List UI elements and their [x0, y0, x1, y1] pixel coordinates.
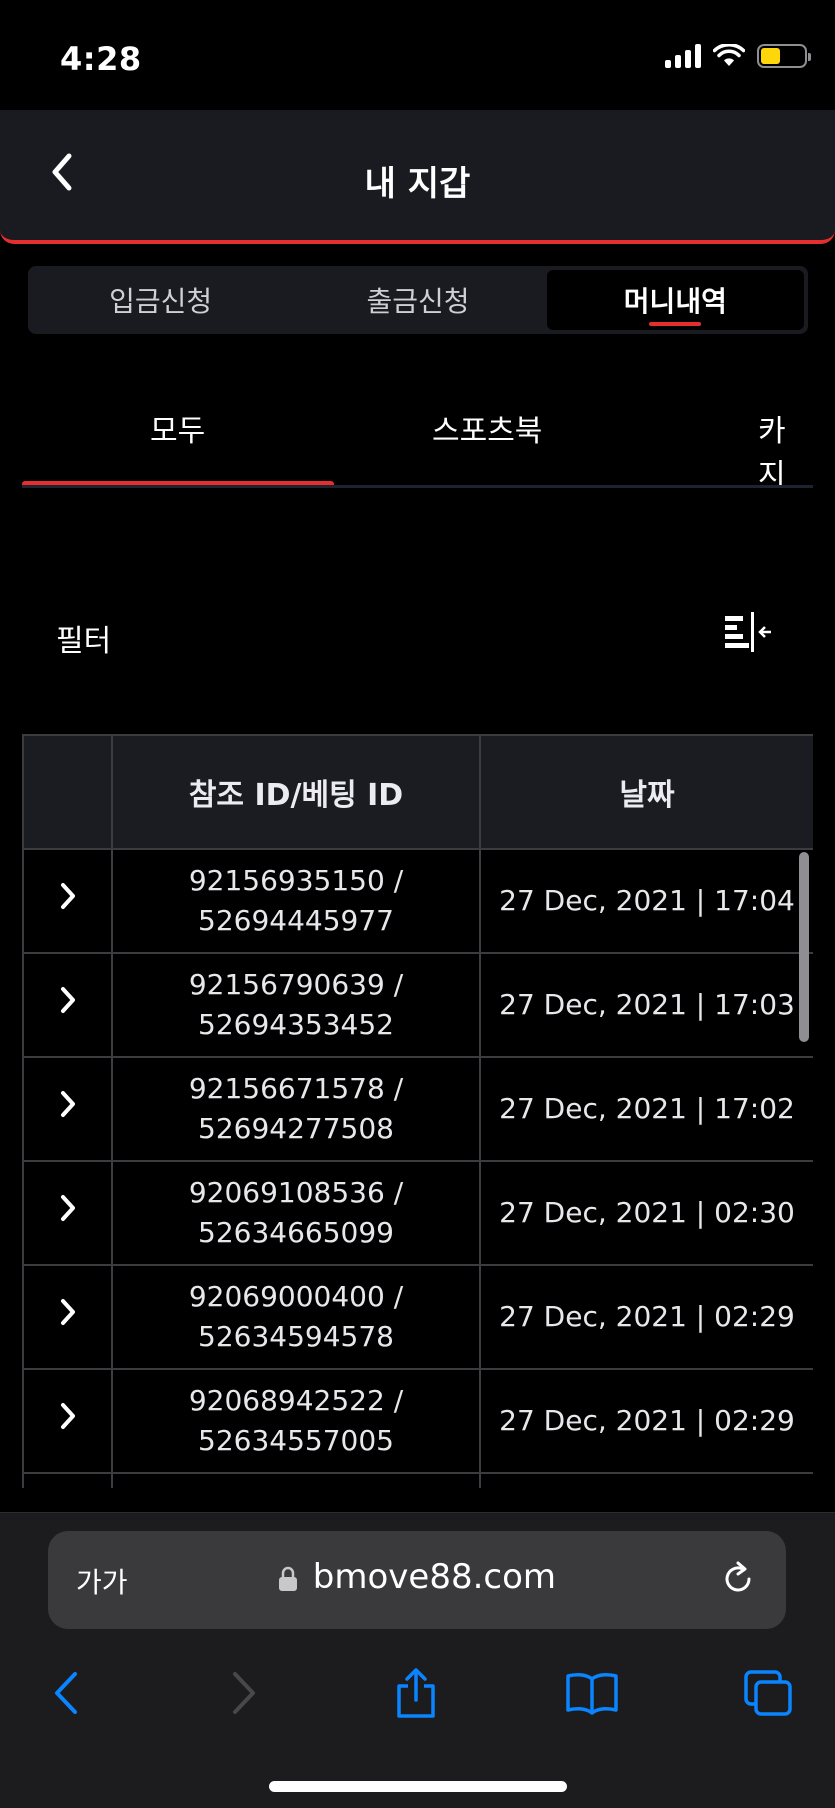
table-row[interactable]: 92156671578 / 52694277508 27 Dec, 2021 |…	[22, 1056, 813, 1162]
expand-row-button[interactable]	[22, 1472, 113, 1488]
share-button[interactable]	[386, 1663, 446, 1723]
header-reference-id: 참조 ID/베팅 ID	[111, 734, 481, 850]
table-row[interactable]: 92068942522 / 52634557005 27 Dec, 2021 |…	[22, 1368, 813, 1474]
tabs-icon	[744, 1670, 792, 1716]
reference-cell	[111, 1472, 481, 1488]
expand-row-button[interactable]	[22, 952, 113, 1058]
table-row[interactable]	[22, 1472, 813, 1488]
reference-id: 92068942522 /	[188, 1384, 404, 1417]
chevron-right-icon	[60, 1298, 75, 1325]
url-display[interactable]: bmove88.com	[48, 1557, 786, 1597]
table-row[interactable]: 92156935150 / 52694445977 27 Dec, 2021 |…	[22, 848, 813, 954]
status-time: 4:28	[60, 40, 142, 78]
reference-id: 92156935150 /	[188, 864, 404, 897]
home-indicator	[268, 1781, 567, 1792]
reference-id: 92069000400 /	[188, 1280, 404, 1313]
date-cell: 27 Dec, 2021 | 02:29	[479, 1264, 813, 1370]
expand-row-button[interactable]	[22, 1368, 113, 1474]
active-tab-underline	[649, 322, 702, 326]
reference-cell: 92156671578 / 52694277508	[111, 1056, 481, 1162]
browser-back-button[interactable]	[36, 1663, 96, 1723]
table-row[interactable]: 92069000400 / 52634594578 27 Dec, 2021 |…	[22, 1264, 813, 1370]
battery-icon	[757, 44, 811, 68]
reload-button[interactable]	[718, 1559, 758, 1599]
bet-id: 52694353452	[198, 1008, 394, 1041]
history-table-container[interactable]: 참조 ID/베팅 ID 날짜 92156935150 / 52694445977…	[22, 734, 813, 1488]
date-cell: 27 Dec, 2021 | 02:30	[479, 1160, 813, 1266]
wallet-tabs: 입금신청 출금신청 머니내역	[28, 266, 808, 334]
expand-row-button[interactable]	[22, 848, 113, 954]
expand-row-button[interactable]	[22, 1160, 113, 1266]
page-title: 내 지갑	[364, 164, 471, 204]
safari-toolbar: 가가 bmove88.com	[0, 1512, 835, 1808]
cat-tab-casino[interactable]: 카지	[758, 406, 813, 485]
date-cell: 27 Dec, 2021 | 17:03	[479, 952, 813, 1058]
bet-id: 52634594578	[198, 1320, 394, 1353]
browser-nav-row	[0, 1663, 835, 1733]
reference-cell: 92156935150 / 52694445977	[111, 848, 481, 954]
reload-icon	[725, 1561, 751, 1592]
tab-deposit[interactable]: 입금신청	[32, 270, 289, 330]
reference-id: 92156671578 /	[188, 1072, 404, 1105]
date-cell: 27 Dec, 2021 | 17:04	[479, 848, 813, 954]
filter-icon	[725, 612, 771, 652]
bet-id: 52694445977	[198, 904, 394, 937]
reference-id: 92156790639 /	[188, 968, 404, 1001]
table-header-row: 참조 ID/베팅 ID 날짜	[22, 734, 813, 850]
cat-tab-sportsbook[interactable]: 스포츠북	[432, 406, 542, 450]
status-bar: 4:28	[0, 0, 835, 110]
chevron-left-icon	[55, 1672, 77, 1714]
reference-cell: 92069000400 / 52634594578	[111, 1264, 481, 1370]
chevron-right-icon	[60, 986, 75, 1013]
chevron-right-icon	[60, 1194, 75, 1221]
lock-icon	[278, 1566, 297, 1591]
address-bar[interactable]: 가가 bmove88.com	[48, 1531, 786, 1629]
expand-row-button[interactable]	[22, 1264, 113, 1370]
bet-id: 52694277508	[198, 1112, 394, 1145]
bet-id: 52634665099	[198, 1216, 394, 1249]
chevron-right-icon	[60, 1402, 75, 1429]
filter-label: 필터	[56, 624, 112, 659]
bet-id: 52634557005	[198, 1424, 394, 1457]
chevron-right-icon	[60, 882, 75, 909]
chevron-right-icon	[60, 1090, 75, 1117]
status-icons	[665, 44, 811, 68]
wifi-icon	[713, 44, 745, 66]
bookmarks-button[interactable]	[562, 1663, 622, 1723]
table-row[interactable]: 92069108536 / 52634665099 27 Dec, 2021 |…	[22, 1160, 813, 1266]
tab-label: 입금신청	[109, 285, 213, 318]
tab-withdraw[interactable]: 출금신청	[289, 270, 546, 330]
category-active-indicator	[22, 481, 334, 485]
tab-label: 머니내역	[623, 285, 727, 318]
signal-icon	[665, 44, 701, 68]
history-table: 참조 ID/베팅 ID 날짜 92156935150 / 52694445977…	[22, 734, 813, 1488]
app-header: 내 지갑	[0, 110, 835, 244]
tab-label: 출금신청	[366, 285, 470, 318]
tabs-button[interactable]	[738, 1663, 798, 1723]
table-scrollbar[interactable]	[799, 852, 809, 1042]
chevron-right-icon	[233, 1672, 255, 1714]
reference-id: 92069108536 /	[188, 1176, 404, 1209]
date-cell	[479, 1472, 813, 1488]
date-cell: 27 Dec, 2021 | 17:02	[479, 1056, 813, 1162]
table-row[interactable]: 92156790639 / 52694353452 27 Dec, 2021 |…	[22, 952, 813, 1058]
browser-forward-button[interactable]	[214, 1663, 274, 1723]
book-icon	[566, 1673, 618, 1715]
tab-money-history[interactable]: 머니내역	[546, 270, 804, 330]
share-icon	[397, 1668, 435, 1718]
expand-row-button[interactable]	[22, 1056, 113, 1162]
reference-cell: 92156790639 / 52694353452	[111, 952, 481, 1058]
category-tabs: 모두 스포츠북 카지	[22, 378, 813, 488]
url-text: bmove88.com	[312, 1557, 557, 1597]
reference-cell: 92068942522 / 52634557005	[111, 1368, 481, 1474]
cat-tab-all[interactable]: 모두	[150, 406, 205, 450]
header-date: 날짜	[479, 734, 813, 850]
filter-button[interactable]	[723, 610, 775, 656]
reference-cell: 92069108536 / 52634665099	[111, 1160, 481, 1266]
date-cell: 27 Dec, 2021 | 02:29	[479, 1368, 813, 1474]
header-expand	[22, 734, 113, 850]
